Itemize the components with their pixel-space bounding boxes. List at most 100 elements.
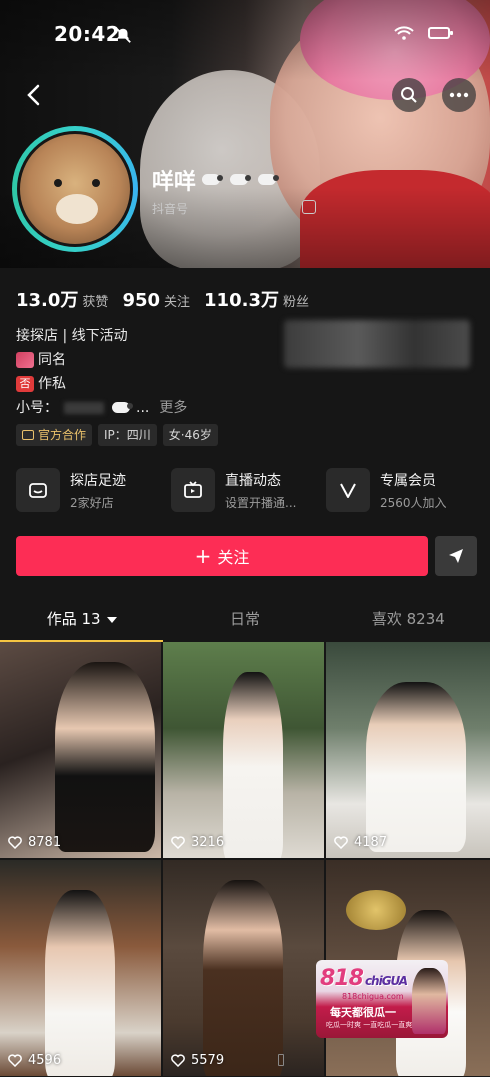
video-thumbnail[interactable]: 5579 [163, 860, 326, 1076]
ad-site: 818chigua.com [342, 992, 404, 1001]
profile-stats: 13.0万 获赞 950 关注 110.3万 粉丝 [16, 286, 309, 312]
likes-count: 4596 [28, 1053, 62, 1068]
feature-subtitle: 设置开播通... [225, 495, 297, 510]
avatar-eye [92, 179, 100, 187]
video-likes: 3216 [171, 835, 224, 850]
douyin-id-label: 抖音号 [152, 202, 189, 216]
feature-live[interactable]: 直播动态 设置开播通... [171, 468, 321, 512]
wifi-icon [394, 26, 414, 40]
bio-line: 接探店 | 线下活动 [16, 328, 128, 344]
bio-text: 同名 [38, 352, 66, 368]
more-button[interactable] [442, 78, 476, 112]
avatar[interactable] [17, 131, 133, 247]
feature-title: 探店足迹 [70, 472, 126, 489]
bio-line: 否 作私 [16, 372, 187, 396]
tab-label: 日常 [229, 610, 260, 628]
heart-icon [171, 836, 185, 849]
heart-icon [8, 836, 22, 849]
feature-subtitle: 2家好店 [70, 495, 114, 510]
tag-ip-location: IP：四川 [98, 424, 157, 446]
tab-works[interactable]: 作品 13 [0, 600, 164, 642]
bio-text: 作私 [38, 376, 66, 392]
profile-nickname-row: 咩咩 [152, 164, 280, 196]
grid-icon [366, 26, 380, 40]
search-icon [401, 87, 417, 103]
ad-logo-number: 818 [320, 966, 364, 991]
stat-following[interactable]: 950 关注 [122, 290, 190, 311]
store-icon [16, 468, 60, 512]
follow-button[interactable]: + 关注 [16, 536, 428, 576]
ad-banner[interactable]: 818 chiGUA 818chigua.com 每天都很瓜一 吃瓜一时爽 一直吃… [316, 960, 448, 1038]
tag-official-cooperation[interactable]: 官方合作 [16, 424, 93, 446]
blurred-content [284, 320, 470, 368]
profile-bio: 接探店 | 线下活动 同名 否 作私 小号： ... 更多 [16, 324, 187, 420]
feature-title: 直播动态 [225, 472, 281, 489]
ad-logo-text: chiGUA [364, 974, 408, 988]
feature-title: 专属会员 [380, 472, 436, 489]
tab-daily[interactable]: 日常 [163, 600, 326, 642]
tab-label: 喜欢 8234 [371, 610, 445, 628]
likes-count: 8781 [28, 835, 62, 850]
feature-store-visits[interactable]: 探店足迹 2家好店 [16, 468, 166, 512]
v-icon [326, 468, 370, 512]
share-button[interactable] [435, 536, 477, 576]
profile-tags: 官方合作 IP：四川 女·46岁 [16, 424, 218, 446]
heart-icon [334, 836, 348, 849]
tv-icon [171, 468, 215, 512]
tag-label: IP：四川 [104, 428, 151, 442]
stat-value: 110.3万 [204, 290, 279, 311]
bio-more-link[interactable]: 更多 [159, 396, 187, 420]
ad-image [412, 968, 446, 1034]
blurred-alt-account [64, 402, 104, 414]
search-button[interactable] [392, 78, 426, 112]
stat-value: 13.0万 [16, 290, 79, 311]
feature-cards: 探店足迹 2家好店 直播动态 设置开播通... 专属会员 2560人加入 [16, 468, 476, 512]
back-arrow-icon[interactable] [22, 82, 48, 108]
follow-label: 关注 [217, 548, 250, 567]
sheep-emoji-icon [200, 172, 224, 188]
avatar-muzzle [56, 194, 98, 224]
video-thumbnail[interactable]: 3216 [163, 642, 326, 858]
ad-slogan: 每天都很瓜一 [330, 1006, 396, 1019]
tag-label: 女·46岁 [168, 428, 212, 442]
system-icons [366, 26, 453, 40]
video-thumbnail[interactable]: 8781 [0, 642, 163, 858]
stat-likes[interactable]: 13.0万 获赞 [16, 286, 108, 312]
tag-gender-age: 女·46岁 [162, 424, 218, 446]
status-bar: 20:42 [0, 22, 490, 52]
video-likes: 5579 [171, 1053, 224, 1068]
tag-label: 官方合作 [38, 428, 87, 442]
heart-icon [8, 1054, 22, 1067]
likes-count: 4187 [354, 835, 388, 850]
small-bracket-mark [278, 1054, 284, 1066]
copy-icon[interactable] [302, 200, 316, 214]
no-symbol-icon: 否 [16, 376, 34, 392]
more-dots-icon [449, 92, 469, 98]
stat-followers[interactable]: 110.3万 粉丝 [204, 286, 309, 312]
video-likes: 4187 [334, 835, 387, 850]
ad-logo: 818 chiGUA [320, 966, 408, 991]
alt-account-ellipsis: ... [136, 400, 150, 416]
stat-label: 粉丝 [282, 295, 309, 310]
video-thumbnail[interactable]: 4596 [0, 860, 163, 1076]
avatar-eye [54, 179, 62, 187]
caret-down-icon [106, 616, 117, 623]
likes-count: 5579 [191, 1053, 225, 1068]
profile-nickname: 咩咩 [152, 170, 197, 195]
status-time: 20:42 [54, 22, 121, 46]
thumbnail-figure [203, 880, 283, 1076]
bio-line: 同名 [16, 348, 187, 372]
thumbnail-figure [55, 662, 155, 852]
feature-membership[interactable]: 专属会员 2560人加入 [326, 468, 476, 512]
sheep-emoji-icon [228, 172, 252, 188]
thumbnail-figure [223, 672, 283, 858]
thumbnail-figure [366, 682, 466, 852]
alt-account-label: 小号： [16, 400, 58, 416]
video-likes: 4596 [8, 1053, 61, 1068]
plus-icon: + [194, 544, 212, 568]
sheep-emoji-icon [256, 172, 280, 188]
video-thumbnail[interactable]: 4187 [326, 642, 490, 858]
tab-liked[interactable]: 喜欢 8234 [327, 600, 490, 642]
lipstick-icon [16, 352, 34, 368]
bio-line: 小号： ... 更多 [16, 396, 187, 420]
